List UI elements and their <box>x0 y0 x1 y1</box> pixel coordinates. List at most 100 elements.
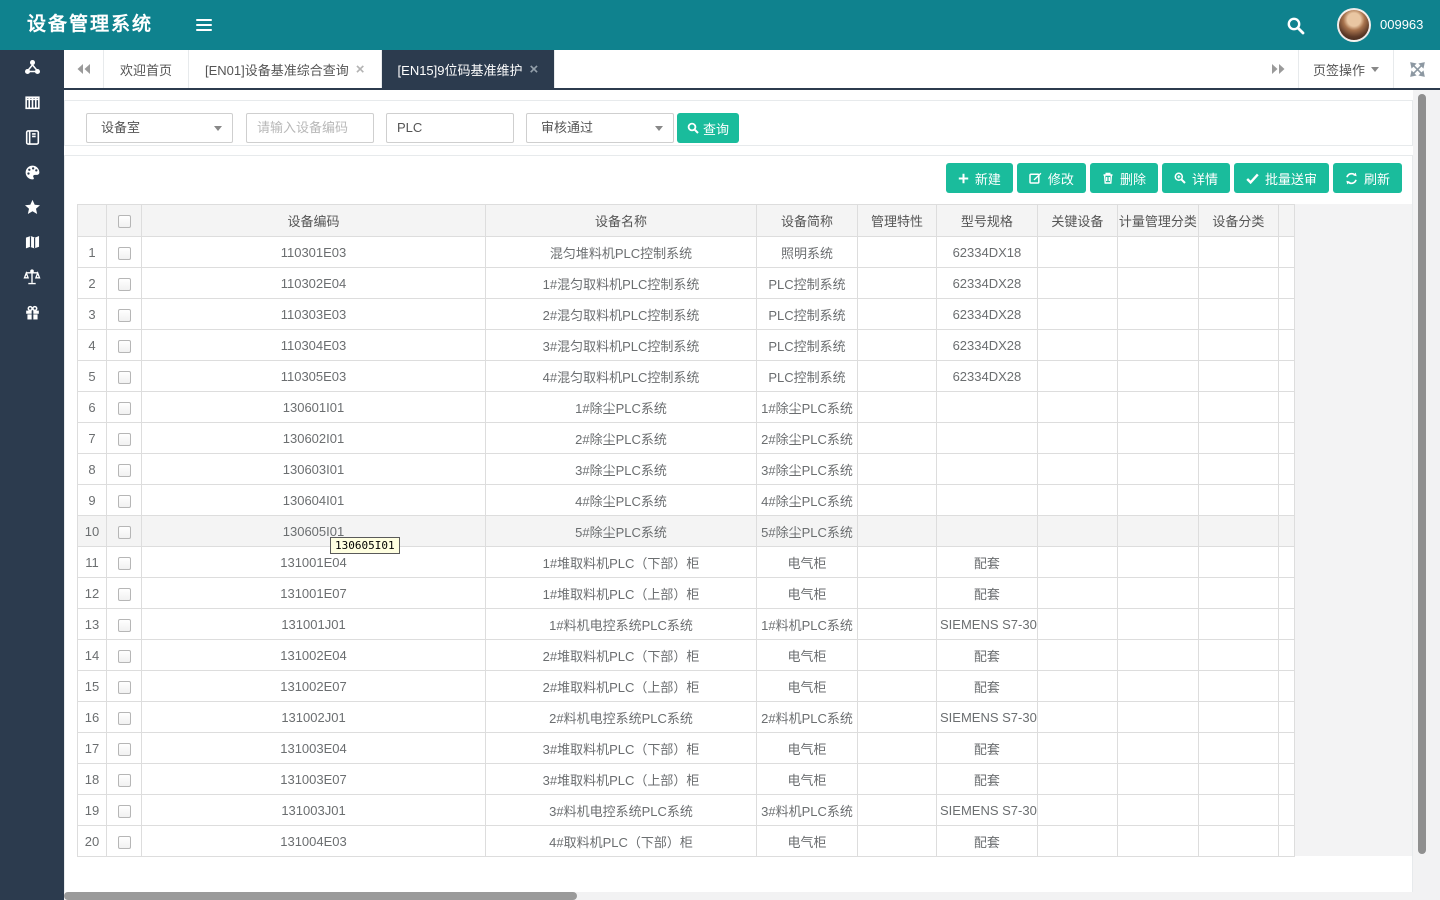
row-checkbox[interactable] <box>118 495 131 508</box>
sidebar-item-star[interactable] <box>0 190 64 225</box>
table-row[interactable]: 11131001E041#堆取料机PLC（下部）柜电气柜配套 <box>78 547 1295 578</box>
tab-close-icon[interactable]: × <box>530 62 539 77</box>
row-checkbox-cell[interactable] <box>107 578 142 609</box>
detail-button[interactable]: 详情 <box>1162 163 1230 193</box>
row-checkbox[interactable] <box>118 681 131 694</box>
row-checkbox-cell[interactable] <box>107 330 142 361</box>
row-checkbox-cell[interactable] <box>107 268 142 299</box>
delete-button[interactable]: 删除 <box>1090 163 1158 193</box>
hamburger-menu-icon[interactable] <box>196 19 212 31</box>
sidebar-item-scales[interactable] <box>0 260 64 295</box>
edit-button[interactable]: 修改 <box>1017 163 1086 193</box>
row-checkbox-cell[interactable] <box>107 826 142 857</box>
table-row[interactable]: 10130605I015#除尘PLC系统5#除尘PLC系统 <box>78 516 1295 547</box>
map-icon <box>23 233 42 252</box>
audit-status-select[interactable]: 审核通过 <box>526 113 674 143</box>
table-row[interactable]: 15131002E072#堆取料机PLC（上部）柜电气柜配套 <box>78 671 1295 702</box>
table-row[interactable]: 8130603I013#除尘PLC系统3#除尘PLC系统 <box>78 454 1295 485</box>
sidebar-item-nodes[interactable] <box>0 50 64 85</box>
row-checkbox-cell[interactable] <box>107 547 142 578</box>
row-checkbox[interactable] <box>118 309 131 322</box>
batch-submit-button[interactable]: 批量送审 <box>1234 163 1329 193</box>
row-checkbox-cell[interactable] <box>107 702 142 733</box>
search-icon[interactable] <box>1286 16 1305 35</box>
row-checkbox-cell[interactable] <box>107 671 142 702</box>
close-all-tabs-icon[interactable] <box>1394 50 1440 88</box>
row-checkbox[interactable] <box>118 247 131 260</box>
horizontal-scrollbar[interactable] <box>64 892 1413 900</box>
table-row[interactable]: 1110301E03混匀堆料机PLC控制系统照明系统62334DX18 <box>78 237 1295 268</box>
cell-key-device <box>1037 702 1117 733</box>
table-row[interactable]: 13131001J011#料机电控系统PLC系统1#料机PLC系统SIEMENS… <box>78 609 1295 640</box>
sidebar-item-gift[interactable] <box>0 295 64 330</box>
vertical-scrollbar-thumb[interactable] <box>1418 94 1426 854</box>
table-row[interactable]: 19131003J013#料机电控系统PLC系统3#料机PLC系统SIEMENS… <box>78 795 1295 826</box>
row-checkbox-cell[interactable] <box>107 795 142 826</box>
sidebar-item-book[interactable] <box>0 120 64 155</box>
table-row[interactable]: 12131001E071#堆取料机PLC（上部）柜电气柜配套 <box>78 578 1295 609</box>
row-checkbox-cell[interactable] <box>107 640 142 671</box>
table-row[interactable]: 6130601I011#除尘PLC系统1#除尘PLC系统 <box>78 392 1295 423</box>
table-row[interactable]: 4110304E033#混匀取料机PLC控制系统PLC控制系统62334DX28 <box>78 330 1295 361</box>
new-button[interactable]: 新建 <box>946 163 1013 193</box>
row-checkbox[interactable] <box>118 402 131 415</box>
row-checkbox-cell[interactable] <box>107 237 142 268</box>
device-room-select[interactable]: 设备室 <box>86 113 233 143</box>
table-row[interactable]: 18131003E073#堆取料机PLC（上部）柜电气柜配套 <box>78 764 1295 795</box>
select-all-checkbox[interactable] <box>118 215 131 228</box>
tab-actions-dropdown[interactable]: 页签操作 <box>1298 50 1394 88</box>
row-checkbox[interactable] <box>118 743 131 756</box>
tab-close-icon[interactable]: × <box>356 62 365 77</box>
tab-en15-maintenance[interactable]: [EN15]9位码基准维护 × <box>382 50 556 88</box>
tabs-scroll-left-button[interactable] <box>64 50 104 88</box>
row-checkbox-cell[interactable] <box>107 361 142 392</box>
row-checkbox-cell[interactable] <box>107 764 142 795</box>
row-checkbox[interactable] <box>118 836 131 849</box>
row-checkbox-cell[interactable] <box>107 423 142 454</box>
row-checkbox-cell[interactable] <box>107 733 142 764</box>
row-checkbox[interactable] <box>118 433 131 446</box>
table-row[interactable]: 14131002E042#堆取料机PLC（下部）柜电气柜配套 <box>78 640 1295 671</box>
table-row[interactable]: 5110305E034#混匀取料机PLC控制系统PLC控制系统62334DX28 <box>78 361 1295 392</box>
table-row[interactable]: 3110303E032#混匀取料机PLC控制系统PLC控制系统62334DX28 <box>78 299 1295 330</box>
refresh-button[interactable]: 刷新 <box>1333 163 1402 193</box>
row-checkbox[interactable] <box>118 805 131 818</box>
horizontal-scrollbar-thumb[interactable] <box>64 892 577 900</box>
row-checkbox-cell[interactable] <box>107 485 142 516</box>
sidebar-item-palette[interactable] <box>0 155 64 190</box>
query-button[interactable]: 查询 <box>677 113 739 143</box>
row-checkbox-cell[interactable] <box>107 516 142 547</box>
table-row[interactable]: 9130604I014#除尘PLC系统4#除尘PLC系统 <box>78 485 1295 516</box>
table-row[interactable]: 2110302E041#混匀取料机PLC控制系统PLC控制系统62334DX28 <box>78 268 1295 299</box>
row-checkbox[interactable] <box>118 340 131 353</box>
row-checkbox[interactable] <box>118 526 131 539</box>
table-row[interactable]: 7130602I012#除尘PLC系统2#除尘PLC系统 <box>78 423 1295 454</box>
device-name-input[interactable]: PLC <box>386 113 514 143</box>
table-row[interactable]: 20131004E034#取料机PLC（下部）柜电气柜配套 <box>78 826 1295 857</box>
vertical-scrollbar[interactable] <box>1413 90 1440 900</box>
row-checkbox-cell[interactable] <box>107 454 142 485</box>
row-checkbox[interactable] <box>118 650 131 663</box>
row-checkbox[interactable] <box>118 712 131 725</box>
tab-home[interactable]: 欢迎首页 <box>104 50 189 88</box>
tab-en01-query[interactable]: [EN01]设备基准综合查询 × <box>189 50 382 88</box>
row-checkbox[interactable] <box>118 588 131 601</box>
row-checkbox[interactable] <box>118 278 131 291</box>
user-avatar[interactable] <box>1337 8 1371 42</box>
row-checkbox[interactable] <box>118 464 131 477</box>
row-checkbox[interactable] <box>118 371 131 384</box>
tabs-scroll-right-button[interactable] <box>1258 50 1298 88</box>
table-row[interactable]: 17131003E043#堆取料机PLC（下部）柜电气柜配套 <box>78 733 1295 764</box>
row-checkbox-cell[interactable] <box>107 299 142 330</box>
header-select-all[interactable] <box>107 205 142 237</box>
device-code-input[interactable]: 请输入设备编码 <box>246 113 374 143</box>
sidebar-item-map[interactable] <box>0 225 64 260</box>
row-checkbox[interactable] <box>118 557 131 570</box>
row-checkbox-cell[interactable] <box>107 392 142 423</box>
row-checkbox[interactable] <box>118 619 131 632</box>
cell-code: 131002E04 <box>142 640 486 671</box>
table-row[interactable]: 16131002J012#料机电控系统PLC系统2#料机PLC系统SIEMENS… <box>78 702 1295 733</box>
row-checkbox-cell[interactable] <box>107 609 142 640</box>
sidebar-item-building[interactable] <box>0 85 64 120</box>
row-checkbox[interactable] <box>118 774 131 787</box>
